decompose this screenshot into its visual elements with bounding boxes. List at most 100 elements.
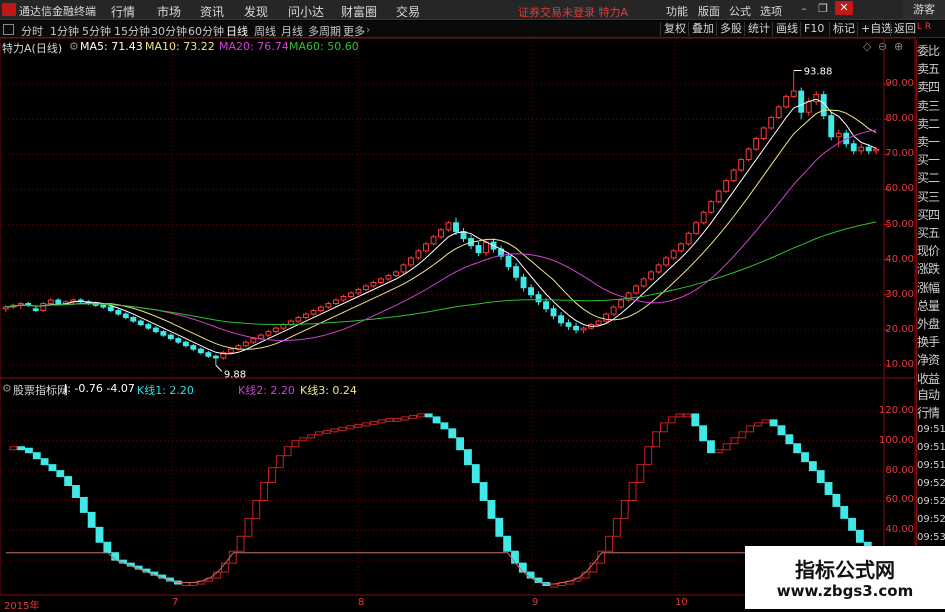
indicator-bar xyxy=(620,499,629,519)
side-item[interactable]: 涨幅 xyxy=(917,279,945,297)
side-item[interactable]: 卖五 xyxy=(917,60,945,78)
indicator-bar xyxy=(307,434,316,439)
side-item[interactable]: 卖三 xyxy=(917,97,945,115)
side-item[interactable]: 卖二 xyxy=(917,115,945,133)
chart-canvas[interactable]: 93.88 9.88 xyxy=(0,0,916,609)
candle-body xyxy=(47,299,54,305)
side-item[interactable]: 换手 xyxy=(917,333,945,351)
low-pointer xyxy=(215,365,223,372)
candle-body xyxy=(317,306,324,312)
candle-body xyxy=(663,257,670,266)
candle-body xyxy=(595,320,602,326)
candle-body xyxy=(483,241,489,254)
indicator-bar xyxy=(79,496,88,513)
candle-body xyxy=(550,308,557,317)
indicator-bar xyxy=(346,425,355,430)
main-y-tick: 60.00 xyxy=(885,183,914,195)
side-item-bottom[interactable]: 行情 xyxy=(917,404,945,422)
candle-body xyxy=(730,169,737,182)
candle-body xyxy=(272,327,279,333)
candle-body xyxy=(520,276,527,289)
side-item[interactable]: 外盘 xyxy=(917,315,945,333)
side-item[interactable]: 买一 xyxy=(917,151,945,169)
side-item[interactable]: 收益 xyxy=(917,370,945,388)
candle-body xyxy=(858,146,865,152)
candle-body xyxy=(438,229,444,238)
indicator-bar xyxy=(236,535,245,552)
candle-body xyxy=(573,325,580,331)
side-item[interactable]: 买四 xyxy=(917,206,945,224)
candle-body xyxy=(513,266,519,278)
indicator-bar xyxy=(244,517,253,537)
indicator-bar xyxy=(487,499,496,519)
side-time: 09:51 xyxy=(917,442,945,453)
candle-body xyxy=(333,299,339,305)
candle-body xyxy=(700,211,707,224)
candle-body xyxy=(828,115,835,138)
side-item-bottom[interactable]: 自动 xyxy=(917,386,945,404)
indicator-bar xyxy=(9,446,18,451)
candle-body xyxy=(227,348,234,354)
indicator-bar xyxy=(17,446,26,451)
candle-body xyxy=(565,322,572,327)
candle-body xyxy=(708,201,715,213)
candle-body xyxy=(535,294,542,303)
side-item[interactable]: 涨跌 xyxy=(917,260,945,278)
side-item[interactable]: 卖一 xyxy=(917,133,945,151)
candle-body xyxy=(528,287,534,296)
candle-body xyxy=(130,317,137,322)
candle-body xyxy=(175,338,182,343)
indicator-bar xyxy=(291,440,300,448)
side-item[interactable]: 净资 xyxy=(917,351,945,369)
candle-body xyxy=(370,281,377,287)
candle-body xyxy=(55,299,62,305)
candle-body xyxy=(340,296,347,301)
candle-body xyxy=(655,264,662,273)
indicator-bar xyxy=(801,452,809,463)
indicator-bar xyxy=(848,517,856,531)
side-item[interactable]: 总量 xyxy=(917,297,945,315)
indicator-bar xyxy=(456,437,465,451)
indicator-bar xyxy=(322,429,331,434)
side-item[interactable]: 买五 xyxy=(917,224,945,242)
indicator-bar xyxy=(25,447,33,454)
indicator-bar xyxy=(785,434,794,445)
candle-body xyxy=(310,310,317,315)
main-y-tick: 80.00 xyxy=(885,113,914,125)
candle-body xyxy=(798,90,805,113)
indicator-bar xyxy=(722,443,731,451)
indicator-bar xyxy=(385,417,394,422)
candle-body xyxy=(783,95,790,108)
candle-body xyxy=(302,313,309,319)
side-item[interactable]: 买三 xyxy=(917,188,945,206)
indicator-bar xyxy=(103,541,112,554)
main-y-tick: 90.00 xyxy=(885,78,914,90)
side-item[interactable]: 卖四 xyxy=(917,78,945,96)
watermark-title: 指标公式网 xyxy=(795,558,895,582)
indicator-bar xyxy=(746,425,755,433)
candle-body xyxy=(738,159,745,171)
indicator-bar xyxy=(393,417,402,422)
indicator-bar xyxy=(714,449,723,454)
main-y-tick: 50.00 xyxy=(885,218,914,230)
indicator-bar xyxy=(808,461,817,472)
indicator-bar xyxy=(64,476,73,487)
indicator-bar xyxy=(667,416,676,424)
indicator-bar xyxy=(738,431,747,439)
indicator-bar xyxy=(369,420,378,425)
main-y-tick: 30.00 xyxy=(885,288,914,300)
side-item[interactable]: 现价 xyxy=(917,242,945,260)
candle-body xyxy=(543,301,549,310)
indicator-bar xyxy=(777,425,786,436)
indicator-bar xyxy=(471,464,480,484)
candle-body xyxy=(775,106,782,118)
candle-body xyxy=(400,264,407,273)
indicator-bar xyxy=(275,455,284,469)
side-item[interactable]: 买二 xyxy=(917,169,945,187)
candle-body xyxy=(145,324,152,329)
side-item[interactable]: 委比 xyxy=(917,42,945,60)
candle-body xyxy=(265,331,272,336)
indicator-bar xyxy=(440,422,449,430)
indicator-bar xyxy=(503,535,512,552)
candle-body xyxy=(610,306,617,315)
